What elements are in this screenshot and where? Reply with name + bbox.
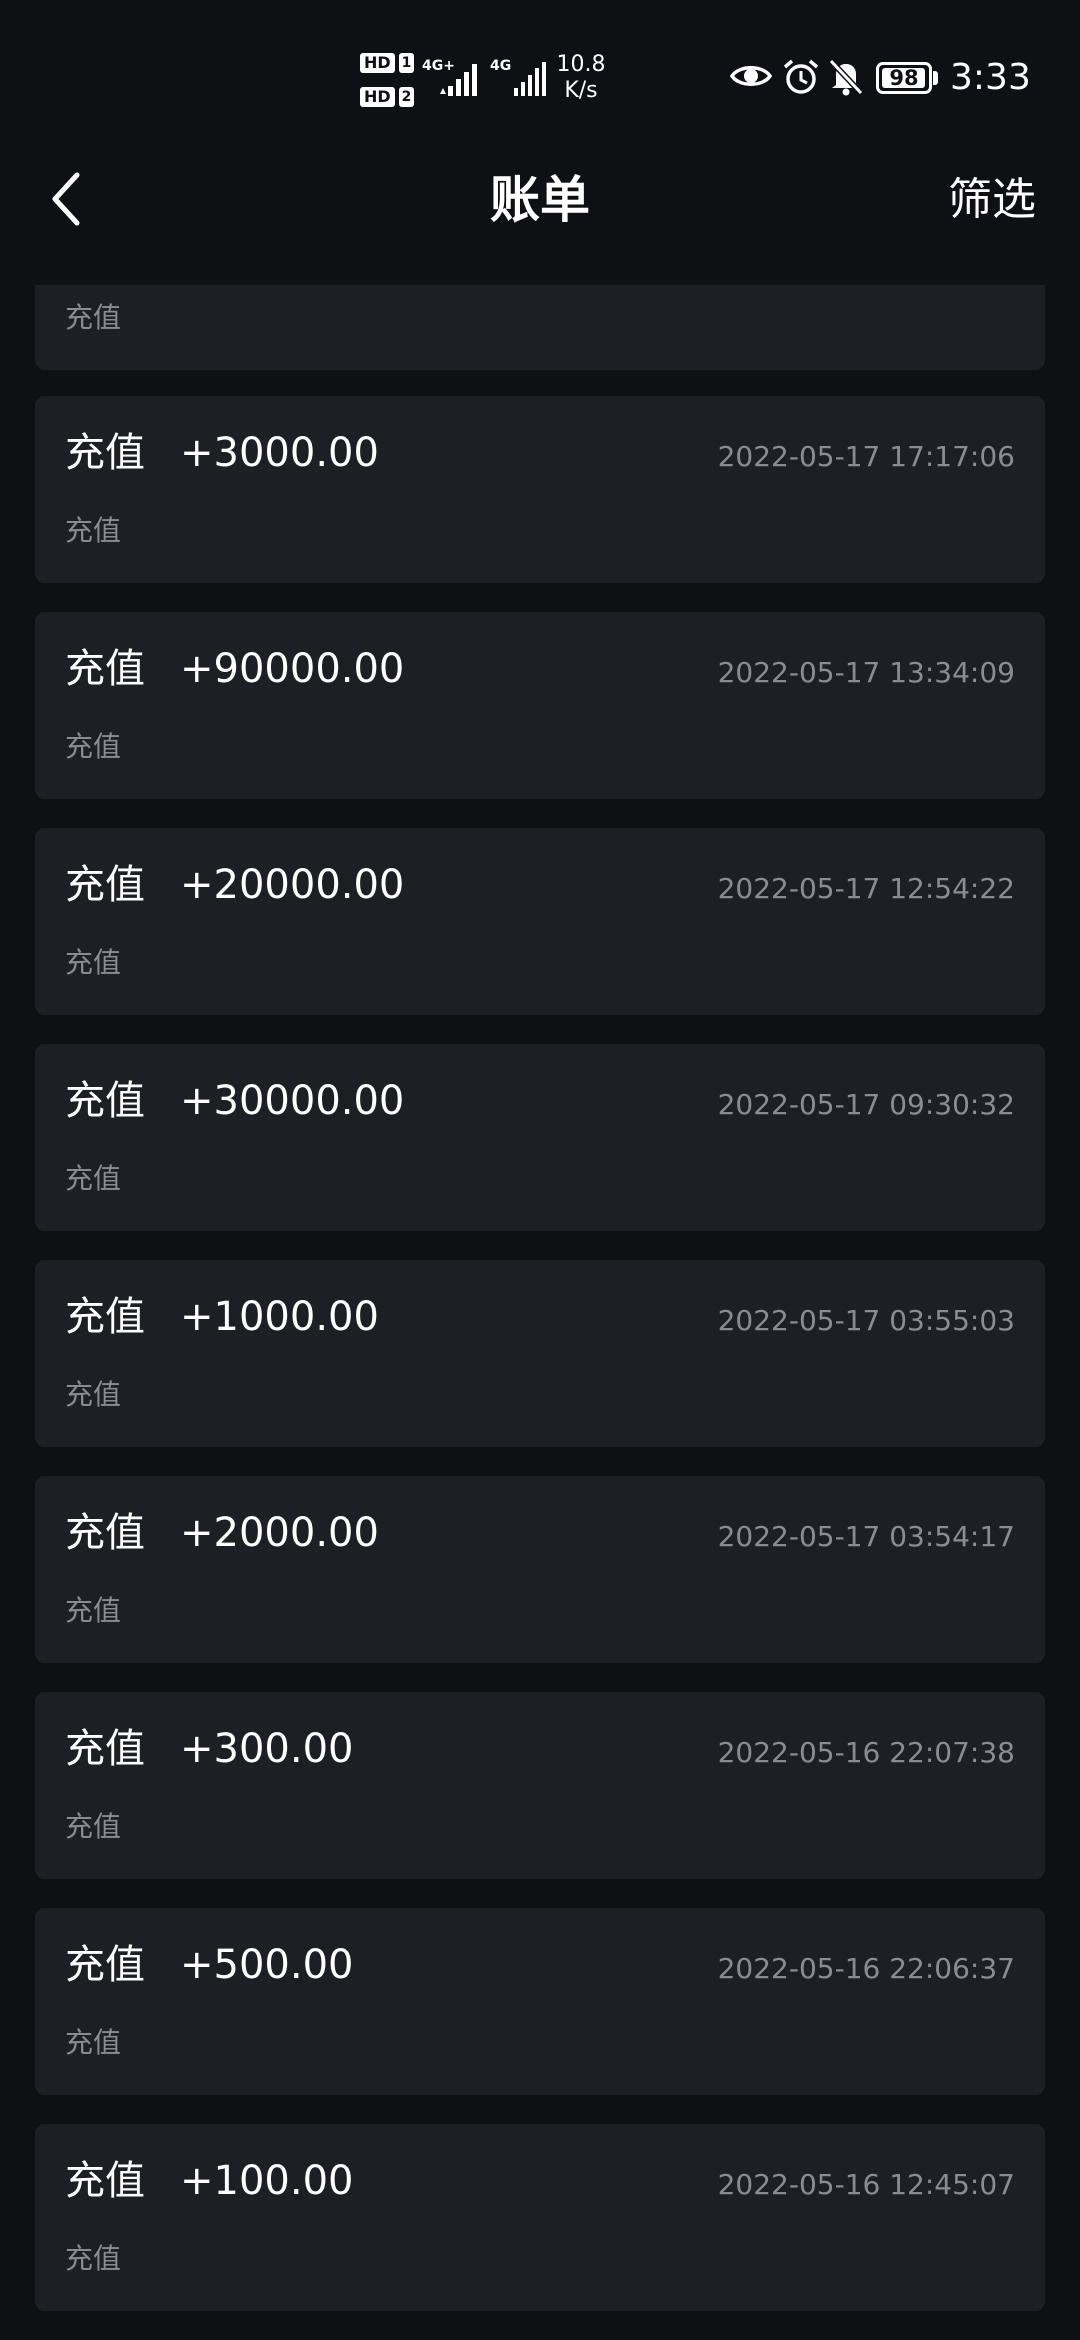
bill-time: 2022-05-17 09:30:32 (717, 1088, 1015, 1121)
signal-sim2: 4G (490, 58, 550, 98)
speed-unit: K/s (564, 78, 598, 103)
bill-time: 2022-05-16 22:06:37 (717, 1952, 1015, 1985)
bill-time: 2022-05-16 12:45:07 (717, 2168, 1015, 2201)
bill-type: 充值 (65, 1078, 145, 1124)
bill-item[interactable]: 充值 +500.00 2022-05-16 22:06:37 充值 (35, 1908, 1045, 2095)
bill-type: 充值 (65, 1942, 145, 1988)
bill-item[interactable]: 充值 +300.00 2022-05-16 22:07:38 充值 (35, 1692, 1045, 1879)
signal-bars-icon (440, 64, 477, 96)
bell-off-icon (828, 58, 864, 96)
battery-indicator: 98 (876, 62, 932, 94)
bill-desc: 充值 (65, 301, 122, 334)
bill-item[interactable]: 充值 +100.00 2022-05-16 12:45:07 充值 (35, 2124, 1045, 2311)
nav-bar: 账单 筛选 (0, 150, 1080, 260)
bill-desc: 充值 (65, 1162, 122, 1195)
bill-desc: 充值 (65, 730, 122, 763)
bill-amount: +30000.00 (180, 1078, 405, 1124)
bill-item[interactable]: 充值 +2000.00 2022-05-17 03:54:17 充值 (35, 1476, 1045, 1663)
bill-item[interactable]: 充值 +90000.00 2022-05-17 13:34:09 充值 (35, 612, 1045, 799)
bill-time: 2022-05-17 13:34:09 (717, 656, 1015, 689)
signal-sim1: 4G+ (422, 58, 484, 98)
bill-desc: 充值 (65, 946, 122, 979)
bill-item[interactable]: 充值 +30000.00 2022-05-17 09:30:32 充值 (35, 1044, 1045, 1231)
hd-sim1-indicator: HD 1 (360, 52, 415, 74)
bill-type: 充值 (65, 1726, 145, 1772)
bill-desc: 充值 (65, 2242, 122, 2275)
battery-level: 98 (889, 66, 919, 90)
signal-bars-icon (514, 62, 546, 96)
bill-amount: +1000.00 (180, 1294, 379, 1340)
bill-amount: +2000.00 (180, 1510, 379, 1556)
bill-amount: +20000.00 (180, 862, 405, 908)
bill-item-partial[interactable]: 充值 (35, 285, 1045, 370)
page-title: 账单 (490, 171, 590, 229)
bill-type: 充值 (65, 1294, 145, 1340)
alarm-icon (783, 59, 819, 94)
bill-amount: +300.00 (180, 1726, 354, 1772)
bill-amount: +100.00 (180, 2158, 354, 2204)
bill-amount: +500.00 (180, 1942, 354, 1988)
bill-desc: 充值 (65, 2026, 122, 2059)
network-speed: 10.8 K/s (556, 52, 606, 104)
bill-time: 2022-05-17 03:54:17 (717, 1520, 1015, 1553)
sim-number: 2 (398, 87, 415, 107)
bill-amount: +90000.00 (180, 646, 405, 692)
hd-label: HD (360, 87, 395, 107)
bill-amount: +3000.00 (180, 430, 379, 476)
bill-time: 2022-05-17 17:17:06 (717, 440, 1015, 473)
sim-number: 1 (398, 53, 415, 73)
bill-desc: 充值 (65, 1594, 122, 1627)
bill-item[interactable]: 充值 +1000.00 2022-05-17 03:55:03 充值 (35, 1260, 1045, 1447)
bill-desc: 充值 (65, 1378, 122, 1411)
bill-type: 充值 (65, 430, 145, 476)
hd-label: HD (360, 53, 395, 73)
bill-time: 2022-05-16 22:07:38 (717, 1736, 1015, 1769)
battery-tip (933, 71, 938, 85)
status-bar: HD 1 HD 2 4G+ 4G 10.8 K/s 98 3:33 (0, 0, 1080, 150)
bill-type: 充值 (65, 862, 145, 908)
eye-icon (730, 66, 772, 86)
bill-type: 充值 (65, 646, 145, 692)
bill-list[interactable]: 充值 充值 +3000.00 2022-05-17 17:17:06 充值 充值… (35, 285, 1045, 2340)
bill-desc: 充值 (65, 514, 122, 547)
bill-time: 2022-05-17 12:54:22 (717, 872, 1015, 905)
bill-desc: 充值 (65, 1810, 122, 1843)
bill-item[interactable]: 充值 +20000.00 2022-05-17 12:54:22 充值 (35, 828, 1045, 1015)
filter-button[interactable]: 筛选 (948, 170, 1036, 230)
bill-type: 充值 (65, 1510, 145, 1556)
bill-type: 充值 (65, 2158, 145, 2204)
clock: 3:33 (950, 57, 1031, 98)
speed-value: 10.8 (556, 52, 606, 77)
hd-sim2-indicator: HD 2 (360, 86, 415, 108)
bill-time: 2022-05-17 03:55:03 (717, 1304, 1015, 1337)
bill-item[interactable]: 充值 +3000.00 2022-05-17 17:17:06 充值 (35, 396, 1045, 583)
